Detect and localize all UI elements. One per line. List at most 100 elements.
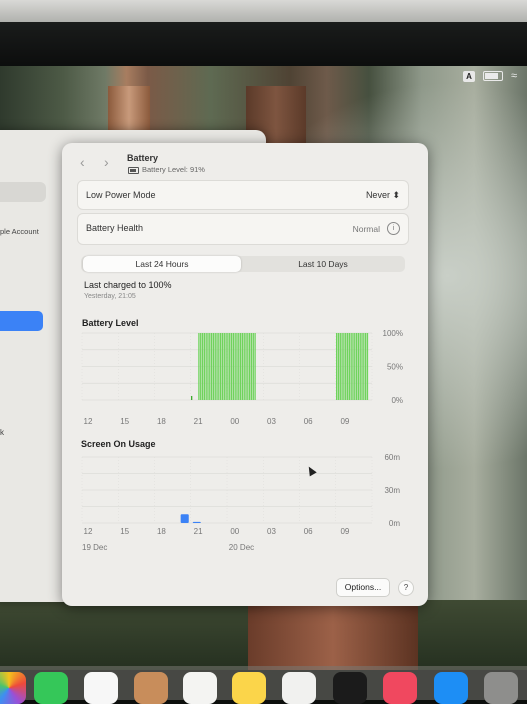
usage-date-label: 20 Dec <box>229 543 254 552</box>
battery-level-bar <box>214 333 216 400</box>
battery-level-bar <box>359 333 361 400</box>
battery-level-bar <box>234 333 236 400</box>
battery-level-bar <box>212 333 215 400</box>
battery-level-bar <box>348 333 350 400</box>
battery-level-bar <box>198 333 200 400</box>
battery-level-bar <box>239 333 242 400</box>
battery-level-bar <box>207 333 209 400</box>
menubar-status-icons: A ≈ <box>462 70 517 82</box>
battery-level-bar <box>225 333 227 400</box>
photos-app-icon[interactable] <box>0 672 26 704</box>
battery-level-bar <box>249 333 251 400</box>
reminders-app-icon[interactable] <box>183 672 217 704</box>
page-title: Battery <box>127 153 159 163</box>
system-settings-icon[interactable] <box>484 672 518 704</box>
low-power-mode-label: Low Power Mode <box>86 190 156 200</box>
battery-level-bar <box>218 333 220 400</box>
low-power-mode-row: Low Power Mode Never ⬍ <box>77 180 409 210</box>
battery-level-bar <box>229 333 231 400</box>
back-chevron-icon[interactable]: ‹ <box>80 154 85 170</box>
battery-x-tick-label: 06 <box>304 417 313 426</box>
help-button[interactable]: ? <box>398 580 414 596</box>
notes-app-icon[interactable] <box>232 672 266 704</box>
usage-x-tick-label: 03 <box>267 527 276 536</box>
music-app-icon[interactable] <box>383 672 417 704</box>
usage-x-tick-label: 09 <box>340 527 349 536</box>
last-charged-time: Yesterday, 21:05 <box>84 293 136 300</box>
battery-status-icon[interactable] <box>482 71 503 81</box>
usage-y-tick-label: 0m <box>389 519 400 528</box>
time-range-segmented-control: Last 24 Hours Last 10 Days <box>81 256 405 272</box>
usage-x-tick-label: 00 <box>230 527 239 536</box>
battery-level-bar <box>203 333 205 400</box>
battery-level-subtitle: Battery Level: 91% <box>142 165 205 174</box>
battery-level-bar <box>354 333 356 400</box>
battery-x-tick-label: 12 <box>84 417 93 426</box>
battery-level-bar <box>236 333 238 400</box>
input-source-icon[interactable]: A <box>462 70 475 82</box>
wifi-icon[interactable]: ≈ <box>511 70 517 82</box>
battery-level-bar <box>352 333 354 400</box>
battery-health-label: Battery Health <box>86 223 144 233</box>
battery-level-bar <box>232 333 234 400</box>
app-store-icon[interactable] <box>434 672 468 704</box>
battery-level-bar <box>339 333 341 400</box>
battery-level-bar <box>223 333 225 400</box>
battery-level-bar <box>247 333 249 400</box>
tab-last-24-hours[interactable]: Last 24 Hours <box>83 256 241 272</box>
usage-x-tick-label: 18 <box>157 527 166 536</box>
battery-health-row: Battery Health Normal i <box>77 213 409 245</box>
screen-on-usage-chart: 60m 30m 0m 12 15 18 21 00 03 06 09 19 Dec 20 Dec <box>81 453 400 552</box>
usage-x-tick-label: 06 <box>304 527 313 536</box>
battery-level-bar <box>363 333 365 400</box>
battery-level-bar <box>191 395 193 400</box>
battery-level-bar <box>205 333 207 400</box>
last-charged-text: Last charged to 100% <box>84 280 172 290</box>
battery-level-bar <box>241 333 244 400</box>
contacts-app-icon[interactable] <box>134 672 168 704</box>
screen-usage-bar <box>192 521 201 523</box>
battery-level-bar <box>221 333 224 400</box>
battery-health-value: Normal <box>352 224 380 234</box>
tab-last-10-days[interactable]: Last 10 Days <box>243 256 403 272</box>
facetime-app-icon[interactable] <box>34 672 68 704</box>
usage-y-tick-label: 30m <box>384 486 400 495</box>
options-button[interactable]: Options... <box>336 578 390 597</box>
battery-level-bar <box>227 333 229 400</box>
battery-x-tick-label: 18 <box>157 417 166 426</box>
sidebar-search-field[interactable] <box>0 182 46 202</box>
battery-y-tick-label: 0% <box>391 396 403 405</box>
freeform-app-icon[interactable] <box>282 672 316 704</box>
sidebar-item-apple-account[interactable]: ple Account <box>0 227 39 236</box>
usage-x-tick-label: 15 <box>120 527 129 536</box>
battery-level-bar <box>366 333 369 400</box>
battery-x-tick-label: 03 <box>267 417 276 426</box>
battery-x-tick-label: 15 <box>120 417 129 426</box>
apple-tv-app-icon[interactable] <box>333 672 367 704</box>
battery-y-tick-label: 50% <box>387 363 403 372</box>
battery-level-chart: 100% 50% 0% 12 15 18 21 00 03 06 09 <box>81 329 403 426</box>
battery-settings-window: ‹ › Battery Battery Level: 91% Low Power… <box>62 143 428 606</box>
usage-y-tick-label: 60m <box>384 453 400 462</box>
battery-level-bar <box>243 333 245 400</box>
battery-x-tick-label: 00 <box>230 417 239 426</box>
battery-level-bar <box>337 333 340 400</box>
battery-level-bar <box>361 333 363 400</box>
battery-icon <box>128 167 139 174</box>
wallpaper-tree-trunk <box>248 600 418 670</box>
calendar-app-icon[interactable] <box>84 672 118 704</box>
sidebar-item-label[interactable]: k <box>0 428 4 437</box>
battery-level-bar <box>341 333 343 400</box>
info-icon[interactable]: i <box>387 222 400 235</box>
battery-x-tick-label: 09 <box>340 417 349 426</box>
battery-grid <box>81 332 373 401</box>
battery-y-tick-label: 100% <box>383 329 403 338</box>
forward-chevron-icon[interactable]: › <box>104 154 109 170</box>
usage-x-tick-label: 12 <box>84 527 93 536</box>
sidebar-item-selected[interactable] <box>0 311 43 331</box>
battery-level-bar <box>250 333 253 400</box>
battery-level-bar <box>200 333 202 400</box>
battery-level-bar <box>346 333 349 400</box>
low-power-mode-popup[interactable]: Never ⬍ <box>366 190 400 201</box>
battery-level-bar <box>343 333 345 400</box>
